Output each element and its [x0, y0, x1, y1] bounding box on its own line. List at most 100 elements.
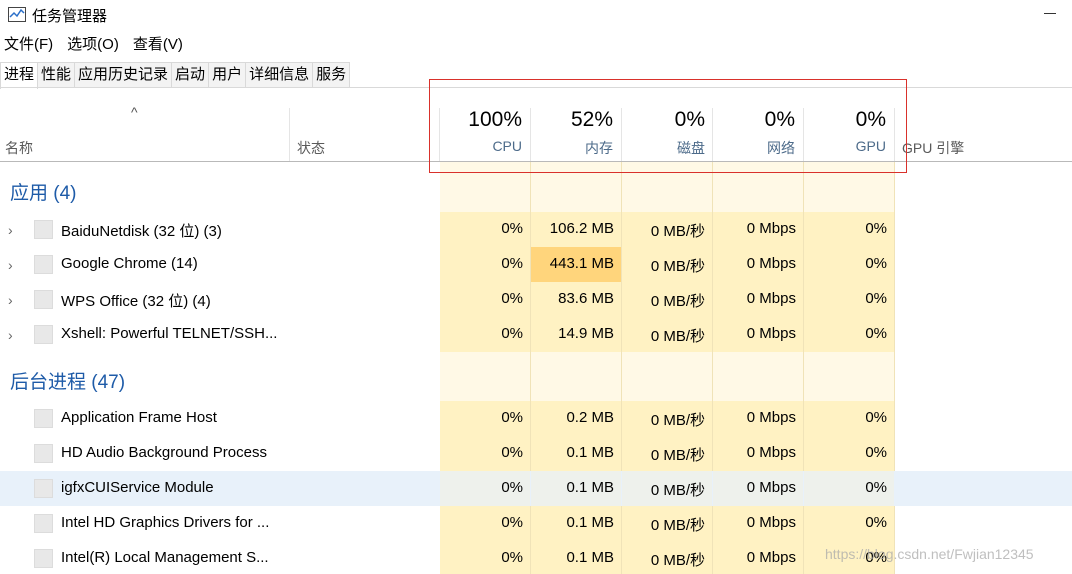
cpu-value: 0% — [501, 325, 523, 342]
memory-value: 106.2 MB — [549, 220, 614, 237]
column-network-header[interactable]: 网络 — [713, 138, 795, 158]
table-row[interactable]: HD Audio Background Process 0% 0.1 MB 0 … — [0, 436, 1072, 471]
process-name: WPS Office (32 位) (4) — [61, 293, 211, 310]
tab-users[interactable]: 用户 — [208, 62, 247, 88]
process-name: Xshell: Powerful TELNET/SSH... — [61, 325, 278, 342]
memory-value: 0.1 MB — [566, 514, 614, 531]
disk-value: 0 MB/秒 — [650, 293, 705, 310]
tab-startup[interactable]: 启动 — [171, 62, 210, 88]
cpu-value: 0% — [501, 409, 523, 426]
menu-view[interactable]: 查看(V) — [129, 34, 187, 56]
process-list: 应用 (4) › BaiduNetdisk (32 位) (3) 0% 106.… — [0, 162, 1072, 574]
column-name-header[interactable]: 名称 — [5, 138, 33, 158]
network-value: 0 Mbps — [746, 479, 796, 496]
cpu-value: 0% — [501, 479, 523, 496]
process-icon — [34, 255, 53, 274]
process-name: Application Frame Host — [61, 409, 217, 426]
chevron-right-icon[interactable]: › — [8, 327, 18, 343]
disk-value: 0 MB/秒 — [650, 517, 705, 534]
table-row[interactable]: › Xshell: Powerful TELNET/SSH... 0% 14.9… — [0, 317, 1072, 352]
tab-processes[interactable]: 进程 — [0, 62, 39, 89]
network-value: 0 Mbps — [746, 514, 796, 531]
minimize-icon[interactable] — [1044, 6, 1058, 20]
gpu-value: 0% — [865, 479, 887, 496]
table-row[interactable]: Intel HD Graphics Drivers for ... 0% 0.1… — [0, 506, 1072, 541]
cpu-value: 0% — [501, 514, 523, 531]
gpu-value: 0% — [865, 325, 887, 342]
network-total-percent[interactable]: 0% — [713, 108, 795, 132]
process-icon — [34, 514, 53, 533]
disk-value: 0 MB/秒 — [650, 552, 705, 569]
process-icon — [34, 549, 53, 568]
group-title-apps[interactable]: 应用 (4) — [10, 178, 77, 205]
tab-details[interactable]: 详细信息 — [245, 62, 314, 88]
group-title-background[interactable]: 后台进程 (47) — [10, 367, 125, 394]
column-divider[interactable] — [289, 108, 290, 162]
memory-value: 443.1 MB — [549, 255, 614, 272]
disk-total-percent[interactable]: 0% — [622, 108, 705, 132]
watermark: https://blog.csdn.net/Fwjian12345 — [825, 546, 1034, 562]
process-name: BaiduNetdisk (32 位) (3) — [61, 223, 222, 240]
column-disk-header[interactable]: 磁盘 — [622, 138, 705, 158]
process-name: Intel HD Graphics Drivers for ... — [61, 514, 270, 531]
network-value: 0 Mbps — [746, 409, 796, 426]
table-row-selected[interactable]: igfxCUIService Module 0% 0.1 MB 0 MB/秒 0… — [0, 471, 1072, 506]
memory-value: 0.1 MB — [566, 479, 614, 496]
disk-value: 0 MB/秒 — [650, 447, 705, 464]
process-icon — [34, 290, 53, 309]
network-value: 0 Mbps — [746, 444, 796, 461]
column-header: ^ 名称 状态 100% CPU 52% 内存 0% 磁盘 0% 网络 0% G… — [0, 88, 1072, 162]
memory-value: 83.6 MB — [558, 290, 614, 307]
cpu-value: 0% — [501, 549, 523, 566]
menu-bar: 文件(F) 选项(O) 查看(V) — [0, 34, 193, 56]
tab-app-history[interactable]: 应用历史记录 — [74, 62, 173, 88]
column-memory-header[interactable]: 内存 — [531, 138, 613, 158]
column-divider[interactable] — [894, 108, 895, 162]
cpu-value: 0% — [501, 290, 523, 307]
table-row[interactable]: › Google Chrome (14) 0% 443.1 MB 0 MB/秒 … — [0, 247, 1072, 282]
network-value: 0 Mbps — [746, 290, 796, 307]
table-row[interactable]: Application Frame Host 0% 0.2 MB 0 MB/秒 … — [0, 401, 1072, 436]
gpu-value: 0% — [865, 290, 887, 307]
title-bar: 任务管理器 — [0, 0, 1072, 30]
disk-value: 0 MB/秒 — [650, 482, 705, 499]
tab-performance[interactable]: 性能 — [37, 62, 76, 88]
process-icon — [34, 325, 53, 344]
memory-value: 0.2 MB — [566, 409, 614, 426]
gpu-value: 0% — [865, 220, 887, 237]
gpu-value: 0% — [865, 409, 887, 426]
gpu-value: 0% — [865, 514, 887, 531]
disk-value: 0 MB/秒 — [650, 258, 705, 275]
cpu-value: 0% — [501, 220, 523, 237]
cpu-value: 0% — [501, 444, 523, 461]
process-name: Intel(R) Local Management S... — [61, 549, 269, 566]
gpu-total-percent[interactable]: 0% — [804, 108, 886, 132]
window-title: 任务管理器 — [32, 8, 108, 25]
column-gpu-header[interactable]: GPU — [804, 138, 886, 154]
chevron-right-icon[interactable]: › — [8, 222, 18, 238]
network-value: 0 Mbps — [746, 255, 796, 272]
gpu-value: 0% — [865, 255, 887, 272]
memory-value: 14.9 MB — [558, 325, 614, 342]
process-icon — [34, 409, 53, 428]
column-status-header[interactable]: 状态 — [297, 138, 325, 158]
chevron-right-icon[interactable]: › — [8, 257, 18, 273]
memory-total-percent[interactable]: 52% — [531, 108, 613, 132]
table-row[interactable]: › BaiduNetdisk (32 位) (3) 0% 106.2 MB 0 … — [0, 212, 1072, 247]
menu-file[interactable]: 文件(F) — [0, 34, 57, 56]
gpu-value: 0% — [865, 444, 887, 461]
tab-strip: 进程 性能 应用历史记录 启动 用户 详细信息 服务 — [0, 62, 351, 89]
column-cpu-header[interactable]: CPU — [440, 138, 522, 154]
cpu-total-percent[interactable]: 100% — [440, 108, 522, 132]
network-value: 0 Mbps — [746, 220, 796, 237]
table-row[interactable]: › WPS Office (32 位) (4) 0% 83.6 MB 0 MB/… — [0, 282, 1072, 317]
tab-services[interactable]: 服务 — [312, 62, 351, 88]
column-gpu-engine-header[interactable]: GPU 引擎 — [902, 138, 964, 158]
process-name: Google Chrome (14) — [61, 255, 198, 272]
cpu-value: 0% — [501, 255, 523, 272]
menu-options[interactable]: 选项(O) — [63, 34, 123, 56]
disk-value: 0 MB/秒 — [650, 328, 705, 345]
network-value: 0 Mbps — [746, 325, 796, 342]
chevron-right-icon[interactable]: › — [8, 292, 18, 308]
process-name: igfxCUIService Module — [61, 479, 214, 496]
